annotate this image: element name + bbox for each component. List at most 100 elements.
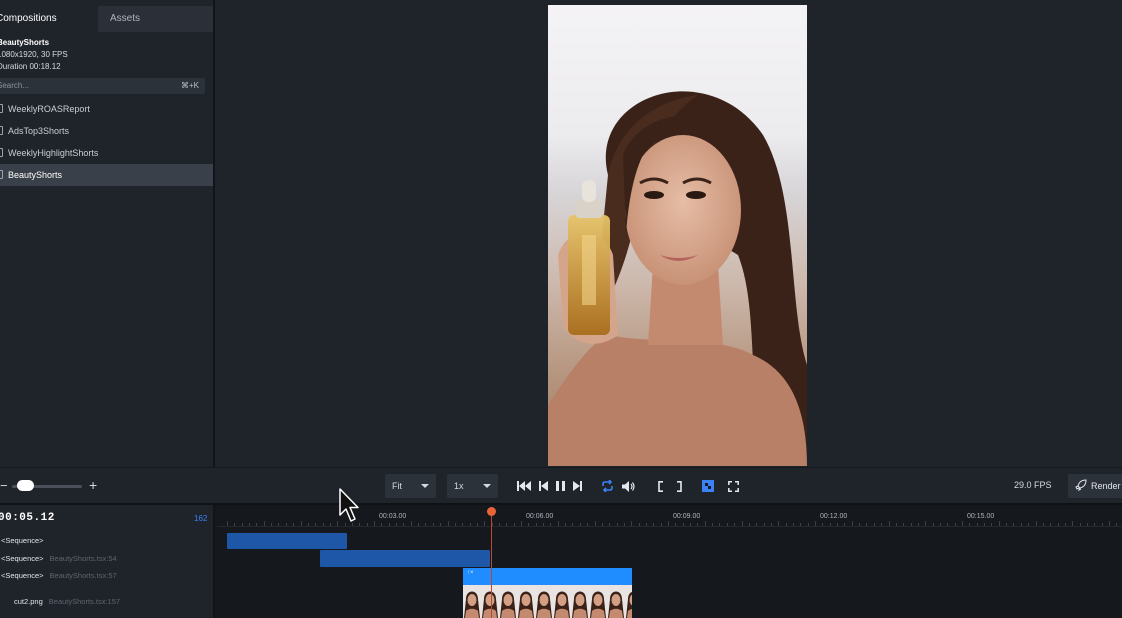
volume-icon — [621, 480, 635, 492]
ruler-tick — [227, 521, 228, 526]
composition-item-weekly-highlight-shorts[interactable]: WeeklyHighlightShorts — [0, 142, 213, 164]
ruler-tick — [660, 523, 662, 526]
set-out-point-button[interactable] — [671, 478, 687, 494]
rocket-icon — [1075, 479, 1087, 491]
mouse-cursor-icon — [339, 488, 359, 522]
ruler-tick — [984, 523, 986, 526]
chevron-down-icon — [483, 484, 491, 488]
step-back-button[interactable] — [535, 478, 551, 494]
ruler-tick — [748, 523, 750, 526]
ruler-tick — [425, 523, 427, 526]
set-in-point-button[interactable] — [653, 478, 669, 494]
ruler-tick — [565, 523, 567, 526]
timeline: 00:05.12 162 <Sequence> <Sequence> Beauty… — [0, 505, 1122, 618]
track-label[interactable]: <Sequence> BeautyShorts.tsx:54 — [1, 554, 117, 563]
track-label[interactable]: <Sequence> BeautyShorts.tsx:57 — [1, 571, 117, 580]
jump-to-start-button[interactable] — [516, 478, 532, 494]
ruler-tick — [815, 521, 816, 526]
search-input[interactable]: Search... ⌘+K — [0, 78, 205, 94]
pause-button[interactable] — [552, 478, 568, 494]
track-source: BeautyShorts.tsx:54 — [49, 554, 117, 563]
ruler-tick — [1101, 523, 1103, 526]
sequence-clip[interactable] — [320, 550, 490, 567]
track-source: BeautyShorts.tsx:157 — [48, 597, 121, 606]
ruler-tick — [726, 523, 728, 526]
document-icon — [0, 148, 3, 157]
loop-button[interactable] — [599, 478, 615, 494]
thumbnail-frame — [518, 591, 534, 618]
bracket-right-icon — [677, 480, 682, 492]
ruler-tick — [315, 523, 317, 526]
thumbnail-frame — [608, 591, 624, 618]
zoom-in-button[interactable]: + — [89, 477, 97, 493]
ruler-tick — [1064, 523, 1066, 526]
ruler-tick — [307, 523, 309, 526]
composition-item-label: WeeklyHighlightShorts — [8, 148, 99, 158]
playback-rate-value: 1x — [454, 481, 464, 491]
ruler-tick — [535, 523, 537, 526]
sequence-clip[interactable] — [227, 533, 347, 549]
ruler-tick — [1079, 523, 1081, 526]
ruler-tick — [645, 523, 647, 526]
ruler-tick — [498, 523, 500, 526]
bracket-left-icon — [658, 480, 663, 492]
track-name: <Sequence> — [1, 554, 44, 563]
track-label[interactable]: <Sequence> — [1, 536, 44, 545]
composition-item-weekly-roas-report[interactable]: WeeklyROASReport — [0, 98, 213, 120]
playback-rate-select[interactable]: 1x — [447, 474, 498, 498]
ruler-tick — [734, 523, 736, 526]
document-icon — [0, 170, 3, 179]
image-clip[interactable]: ↑× — [463, 568, 632, 585]
ruler-tick — [601, 523, 603, 526]
fullscreen-button[interactable] — [725, 478, 741, 494]
timecode: 00:05.12 — [0, 512, 55, 524]
ruler-tick — [939, 523, 941, 526]
ruler-tick — [1086, 523, 1088, 526]
ruler-tick — [954, 523, 956, 526]
thumbnail-frame — [500, 591, 516, 618]
composition-item-beauty-shorts[interactable]: BeautyShorts — [0, 164, 213, 186]
mute-button[interactable] — [620, 478, 636, 494]
ruler-tick — [521, 521, 522, 526]
fit-select[interactable]: Fit — [385, 474, 436, 498]
tab-assets[interactable]: Assets — [98, 6, 213, 32]
zoom-out-button[interactable]: − — [0, 479, 8, 493]
ruler-tick — [454, 523, 456, 526]
ruler-tick — [447, 521, 449, 526]
ruler-tick — [925, 521, 927, 526]
ruler-tick — [249, 523, 251, 526]
checkerboard-toggle[interactable] — [700, 478, 716, 494]
ruler-tick — [1050, 523, 1052, 526]
ruler-tick — [513, 523, 515, 526]
ruler-tick — [1013, 523, 1015, 526]
ruler-tick — [947, 523, 949, 526]
ruler-tick — [697, 523, 699, 526]
composition-name: BeautyShorts — [0, 38, 50, 47]
ruler-tick — [594, 521, 596, 526]
ruler-tick — [917, 523, 919, 526]
step-forward-button[interactable] — [569, 478, 585, 494]
render-button-label: Render — [1091, 481, 1121, 491]
ruler-tick — [396, 523, 398, 526]
ruler-tick — [829, 523, 831, 526]
ruler-tick — [1006, 523, 1008, 526]
track-label[interactable]: cut2.png BeautyShorts.tsx:157 — [14, 597, 120, 606]
tick-label: 00:06.00 — [526, 513, 554, 520]
ruler-tick — [322, 523, 324, 526]
tab-compositions[interactable]: Compositions — [0, 6, 98, 32]
ruler-tick — [704, 521, 706, 526]
render-button[interactable]: Render — [1068, 474, 1122, 498]
ruler-tick — [638, 523, 640, 526]
player-controls: − + Fit 1x 29.0 FPS Render — [0, 467, 1122, 505]
zoom-slider-thumb[interactable] — [17, 480, 35, 491]
ruler-tick — [741, 521, 743, 526]
video-frame — [548, 5, 807, 466]
checkerboard-icon — [702, 480, 714, 492]
ruler-tick — [543, 523, 545, 526]
ruler-tick — [476, 523, 478, 526]
composition-item-ads-top3-shorts[interactable]: AdsTop3Shorts — [0, 120, 213, 142]
composition-info: BeautyShorts 1080x1920, 30 FPS Duration … — [0, 37, 68, 73]
playhead-handle[interactable] — [487, 507, 496, 516]
compositions-sidebar: Compositions Assets BeautyShorts 1080x19… — [0, 0, 215, 467]
composition-item-label: BeautyShorts — [8, 170, 63, 180]
